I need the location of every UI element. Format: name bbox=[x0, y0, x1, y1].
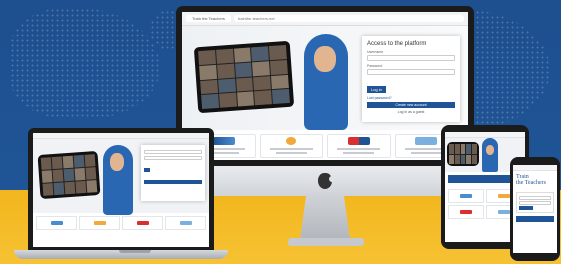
partner-card[interactable] bbox=[448, 189, 484, 203]
address-bar[interactable]: trainthe-teachers.net bbox=[233, 15, 464, 22]
laptop-screen bbox=[33, 133, 209, 247]
create-account-button[interactable] bbox=[144, 180, 202, 184]
hero-section: Access to the platform Username Password… bbox=[182, 26, 468, 130]
login-button[interactable] bbox=[144, 168, 150, 172]
login-title: Access to the platform bbox=[367, 41, 427, 47]
username-field[interactable] bbox=[367, 55, 455, 61]
laptop-device bbox=[28, 128, 214, 252]
password-field[interactable] bbox=[519, 201, 551, 205]
partner-card[interactable] bbox=[165, 216, 206, 230]
partner-card[interactable] bbox=[259, 134, 323, 158]
imac-stand-foot bbox=[288, 238, 364, 246]
phone-brand-line2: the Teachers bbox=[516, 180, 546, 186]
login-panel bbox=[141, 145, 205, 201]
phone-brand: Train the Teachers bbox=[513, 171, 557, 189]
guest-login-link[interactable]: Log in as a guest bbox=[367, 110, 455, 114]
password-label: Password bbox=[367, 64, 383, 68]
create-account-button[interactable] bbox=[516, 216, 554, 222]
phone-login-panel bbox=[516, 192, 554, 213]
woman-photo bbox=[481, 138, 499, 172]
partner-card[interactable] bbox=[327, 134, 391, 158]
woman-photo bbox=[101, 141, 135, 215]
woman-photo bbox=[300, 30, 352, 130]
phone-device: Train the Teachers bbox=[510, 157, 560, 261]
imac-chin bbox=[176, 166, 474, 196]
video-call-tablet-image bbox=[37, 150, 101, 200]
video-call-tablet-image bbox=[447, 142, 479, 166]
map-dots bbox=[10, 8, 160, 118]
password-field[interactable] bbox=[144, 156, 202, 160]
login-panel: Access to the platform Username Password… bbox=[362, 36, 460, 122]
login-button[interactable] bbox=[519, 206, 533, 210]
video-call-tablet-image bbox=[193, 40, 295, 114]
password-field[interactable] bbox=[367, 69, 455, 75]
laptop-hero bbox=[33, 139, 209, 215]
login-button[interactable]: Log in bbox=[367, 86, 386, 93]
browser-tab[interactable]: Train the Teachers bbox=[186, 15, 231, 22]
partner-card[interactable] bbox=[448, 205, 484, 219]
browser-toolbar: Train the Teachers trainthe-teachers.net bbox=[182, 12, 468, 26]
username-field[interactable] bbox=[519, 196, 551, 200]
imac-screen: Train the Teachers trainthe-teachers.net… bbox=[182, 12, 468, 160]
partner-card[interactable] bbox=[79, 216, 120, 230]
partner-logos bbox=[182, 130, 468, 160]
imac-device: Train the Teachers trainthe-teachers.net… bbox=[176, 6, 474, 196]
laptop-base bbox=[14, 250, 228, 259]
partner-card[interactable] bbox=[122, 216, 163, 230]
partner-card[interactable] bbox=[36, 216, 77, 230]
partner-logos bbox=[33, 213, 209, 233]
phone-screen: Train the Teachers bbox=[513, 165, 557, 253]
create-account-button[interactable]: Create new account bbox=[367, 102, 455, 108]
imac-stand bbox=[300, 196, 350, 240]
username-field[interactable] bbox=[144, 150, 202, 154]
username-label: Username bbox=[367, 50, 384, 54]
apple-logo-icon bbox=[318, 173, 335, 189]
forgot-password-link[interactable]: Lost password? bbox=[367, 96, 455, 100]
